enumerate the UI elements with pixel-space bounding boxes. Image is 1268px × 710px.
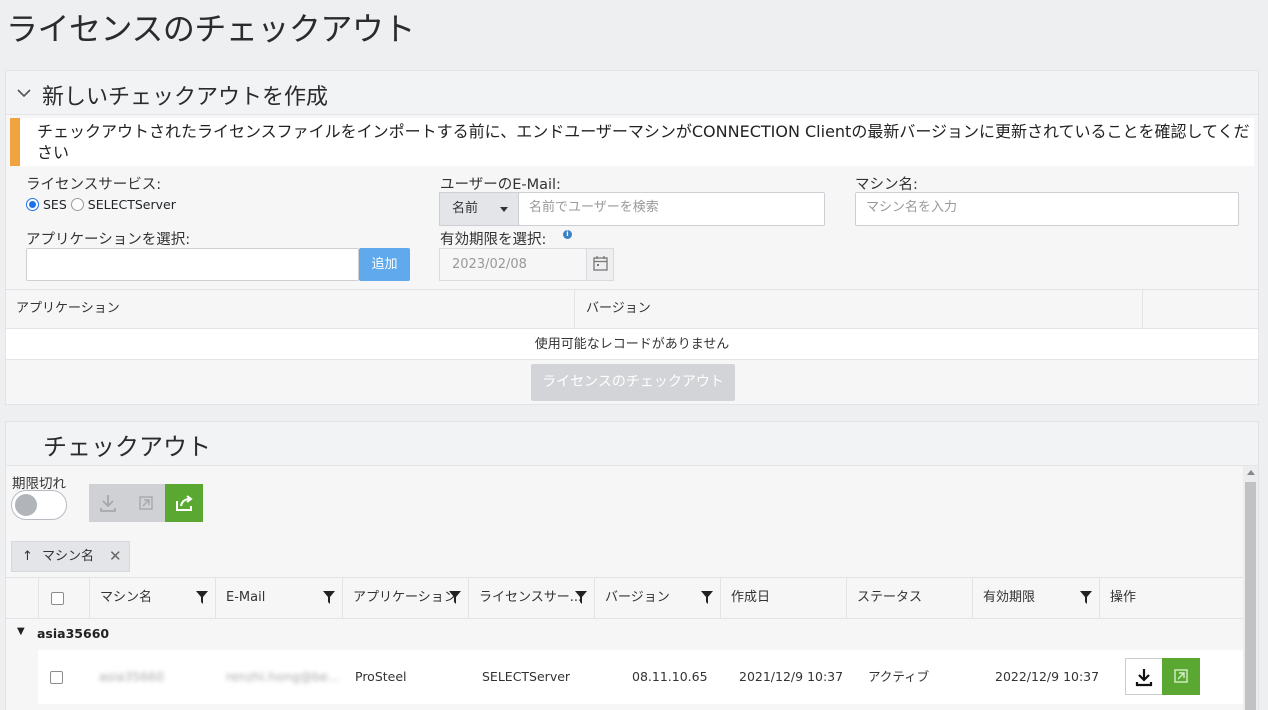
- cell-status: アクティブ: [868, 669, 930, 684]
- col-license-service[interactable]: ライセンスサー...: [468, 578, 594, 618]
- empty-records-text: 使用可能なレコードがありません: [6, 329, 1258, 360]
- cell-email: renzhi.hong@be...: [226, 669, 340, 684]
- application-label: アプリケーションを選択:: [26, 232, 191, 248]
- calendar-icon: [593, 256, 608, 271]
- checkout-panel-header: チェックアウト: [6, 422, 1258, 466]
- close-icon[interactable]: ✕: [109, 542, 122, 571]
- share-icon: [176, 495, 193, 511]
- caret-down-icon: [500, 207, 508, 212]
- col-actions-label: 操作: [1110, 590, 1137, 605]
- group-label: asia35660: [37, 626, 110, 641]
- chevron-down-icon[interactable]: [16, 85, 32, 101]
- application-select-input[interactable]: [26, 248, 359, 281]
- machine-name-input[interactable]: マシン名を入力: [855, 192, 1239, 226]
- filter-icon[interactable]: [701, 591, 713, 604]
- create-panel-header[interactable]: 新しいチェックアウトを作成: [6, 71, 1258, 115]
- vertical-scrollbar[interactable]: [1243, 466, 1258, 710]
- scroll-up-arrow-icon[interactable]: [1247, 470, 1255, 475]
- col-actions-empty: [1142, 290, 1143, 328]
- application-grid: アプリケーション バージョン 使用可能なレコードがありません: [6, 289, 1258, 360]
- col-select-all: [38, 578, 89, 618]
- filter-icon[interactable]: [575, 591, 587, 604]
- user-search-input[interactable]: 名前でユーザーを検索: [518, 192, 825, 226]
- col-version[interactable]: バージョン: [574, 290, 651, 328]
- expand-icon: [1174, 669, 1188, 683]
- cell-version: 08.11.10.65: [632, 669, 708, 684]
- expired-toggle[interactable]: [11, 490, 67, 520]
- cell-machine-name: asia35660: [99, 669, 165, 684]
- filter-icon[interactable]: [323, 591, 335, 604]
- export-button[interactable]: [165, 484, 203, 522]
- page-title: ライセンスのチェックアウト: [6, 10, 415, 48]
- machine-name-label: マシン名:: [855, 177, 918, 193]
- expand-icon: [139, 496, 153, 510]
- update-alert: チェックアウトされたライセンスファイルをインポートする前に、エンドユーザーマシン…: [10, 118, 1254, 166]
- col-status[interactable]: ステータス: [846, 578, 972, 618]
- download-icon: [100, 495, 116, 512]
- license-service-label: ライセンスサービス:: [26, 177, 162, 193]
- open-button-disabled[interactable]: [127, 484, 165, 522]
- col-license-service-label: ライセンスサー...: [479, 590, 583, 605]
- row-open-button[interactable]: [1162, 658, 1200, 695]
- col-actions: 操作: [1099, 578, 1243, 618]
- expiry-date-value: 2023/02/08: [452, 257, 527, 272]
- radio-selectserver-label[interactable]: SELECTServer: [88, 197, 176, 212]
- toggle-knob: [15, 494, 37, 516]
- col-version-label: バージョン: [605, 590, 670, 605]
- caret-expanded-icon[interactable]: ▼: [17, 626, 25, 637]
- cell-license-service: SELECTServer: [482, 669, 571, 684]
- download-button-disabled[interactable]: [89, 484, 127, 522]
- application-grid-header: アプリケーション バージョン: [6, 289, 1258, 329]
- col-created[interactable]: 作成日: [720, 578, 846, 618]
- download-icon: [1135, 669, 1153, 687]
- user-search-type-select[interactable]: 名前: [439, 192, 519, 226]
- col-created-label: 作成日: [731, 590, 771, 605]
- sort-chip-label: マシン名: [42, 549, 95, 564]
- col-application-label: アプリケーション: [353, 590, 457, 605]
- scroll-thumb[interactable]: [1245, 482, 1256, 710]
- arrow-up-icon: ↑: [22, 549, 33, 564]
- col-application[interactable]: アプリケーション: [16, 290, 120, 328]
- cell-expiry: 2022/12/9 10:37: [995, 669, 1100, 684]
- col-email-label: E-Mail: [226, 590, 266, 605]
- calendar-button[interactable]: [586, 249, 613, 280]
- filter-icon[interactable]: [449, 591, 461, 604]
- create-panel-title: 新しいチェックアウトを作成: [42, 85, 329, 110]
- user-email-label: ユーザーのE-Mail:: [440, 177, 561, 193]
- expiry-label: 有効期限を選択:: [440, 232, 547, 248]
- expiry-date-input[interactable]: 2023/02/08: [439, 248, 614, 281]
- table-row[interactable]: asia35660 renzhi.hong@be... ProSteel SEL…: [38, 650, 1243, 704]
- info-icon[interactable]: i: [563, 230, 572, 239]
- filter-icon[interactable]: [196, 591, 208, 604]
- col-machine-name[interactable]: マシン名: [89, 578, 215, 618]
- license-service-radio-group: SES SELECTServer: [26, 197, 176, 212]
- filter-icon[interactable]: [1080, 591, 1092, 604]
- checkout-license-button[interactable]: ライセンスのチェックアウト: [531, 364, 735, 401]
- checkout-panel-title: チェックアウト: [43, 433, 211, 461]
- add-application-button[interactable]: 追加: [359, 248, 410, 281]
- cell-created: 2021/12/9 10:37: [739, 669, 844, 684]
- radio-ses-label[interactable]: SES: [43, 197, 67, 212]
- user-search-type-value: 名前: [452, 201, 479, 216]
- col-application[interactable]: アプリケーション: [342, 578, 468, 618]
- radio-selectserver[interactable]: [70, 198, 84, 211]
- checkout-list-panel: チェックアウト 期限切れ ↑ マシン名 ✕ マシン名 E-Mail アプリケーシ…: [5, 421, 1259, 710]
- col-machine-name-label: マシン名: [100, 590, 153, 605]
- create-checkout-panel: 新しいチェックアウトを作成 チェックアウトされたライセンスファイルをインポートす…: [5, 70, 1259, 405]
- expired-label: 期限切れ: [12, 476, 66, 492]
- row-download-button[interactable]: [1125, 658, 1163, 695]
- sort-chip[interactable]: ↑ マシン名 ✕: [11, 541, 130, 572]
- row-checkbox[interactable]: [50, 671, 63, 684]
- checkout-grid-header: マシン名 E-Mail アプリケーション ライセンスサー... バージョン 作成…: [6, 577, 1243, 619]
- col-expiry-label: 有効期限: [983, 590, 1036, 605]
- col-status-label: ステータス: [857, 590, 923, 605]
- cell-application: ProSteel: [355, 669, 407, 684]
- col-email[interactable]: E-Mail: [215, 578, 342, 618]
- col-expiry[interactable]: 有効期限: [972, 578, 1099, 618]
- radio-ses[interactable]: [26, 198, 39, 211]
- group-row[interactable]: ▼ asia35660: [6, 620, 1243, 648]
- alert-text: チェックアウトされたライセンスファイルをインポートする前に、エンドユーザーマシン…: [37, 122, 1250, 162]
- select-all-checkbox[interactable]: [51, 592, 64, 605]
- col-version[interactable]: バージョン: [594, 578, 720, 618]
